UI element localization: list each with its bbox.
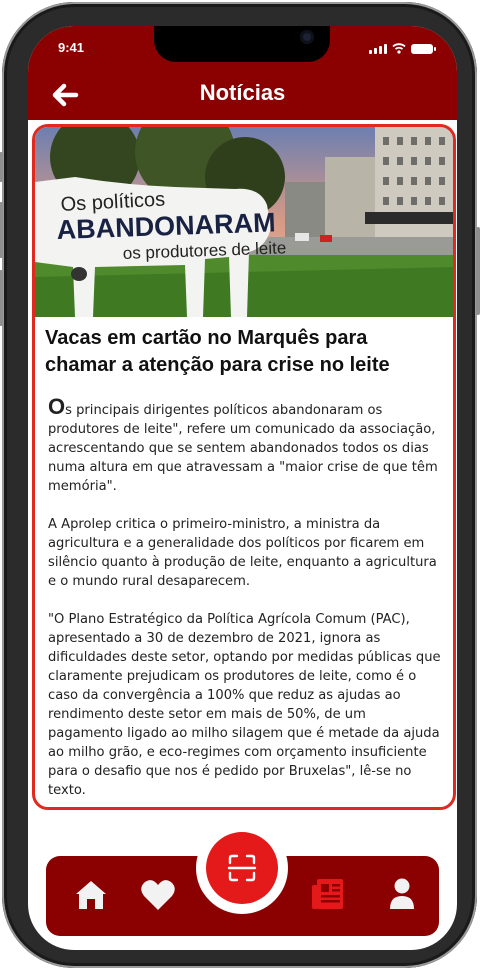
article-dropcap: O — [48, 394, 66, 419]
scan-icon — [227, 854, 257, 882]
status-bar: 9:41 — [28, 26, 457, 72]
article-paragraph-1-text: s principais dirigentes políticos abando… — [48, 403, 438, 494]
power-button — [476, 227, 480, 315]
mute-switch — [0, 152, 3, 182]
article-paragraph-2: A Aprolep critica o primeiro-ministro, a… — [48, 517, 437, 589]
user-icon[interactable] — [388, 877, 416, 911]
signal-icon — [369, 44, 387, 54]
article-paragraph-3: "O Plano Estratégico da Política Agrícol… — [48, 612, 441, 798]
scan-button[interactable] — [206, 832, 278, 904]
top-bar: Notícias — [28, 72, 457, 120]
newspaper-icon[interactable] — [311, 876, 347, 912]
camera-icon — [300, 30, 314, 44]
home-icon[interactable] — [74, 878, 108, 912]
article-paragraph-1: Os principais dirigentes políticos aband… — [48, 394, 442, 496]
page-title: Notícias — [199, 80, 286, 105]
phone-frame: 9:41 Notícias Os políticos ABANDONARAM o… — [0, 2, 480, 968]
heart-icon[interactable] — [140, 878, 176, 912]
article-headline: Vacas em cartão no Marquês para chamar a… — [45, 327, 390, 376]
app-screen: 9:41 Notícias Os políticos ABANDONARAM o… — [28, 26, 457, 950]
notch — [154, 26, 330, 62]
wifi-icon — [392, 43, 406, 54]
status-icons — [369, 42, 436, 54]
volume-up-button — [0, 202, 3, 258]
battery-icon — [411, 44, 436, 54]
volume-down-button — [0, 270, 3, 326]
article-body: Os principais dirigentes políticos aband… — [48, 394, 442, 807]
article-photo: Os políticos ABANDONARAM os produtores d… — [35, 127, 453, 317]
status-time: 9:41 — [58, 40, 85, 55]
article-card[interactable]: Os políticos ABANDONARAM os produtores d… — [32, 124, 456, 810]
